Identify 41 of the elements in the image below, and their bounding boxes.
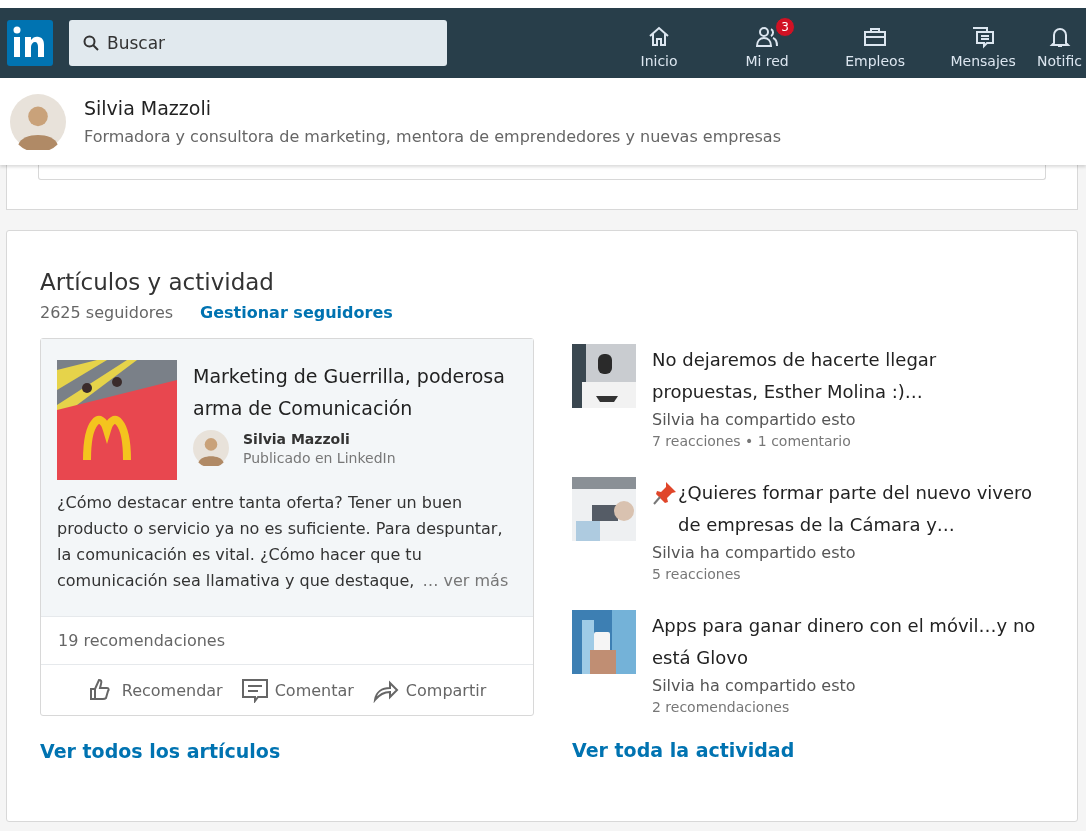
action-button[interactable]: Compartir [371,677,487,703]
action-button[interactable]: Recomendar [87,677,223,703]
author-name: Silvia Mazzoli [243,430,351,447]
article-excerpt: ¿Cómo destacar entre tanta oferta? Tener un buen producto o servicio ya no es suficiente. Para despuntar, la comunicación es vital. ¿Cómo hacer que tu comunicación sea llamativa y que destaque, … ver más [57,492,510,592]
see-more-link[interactable]: … ver más [422,571,509,590]
post-stats: 5 reacciones [652,566,742,582]
post-title[interactable]: Apps para ganar dinero con el móvil…y no está Glovo [652,610,1045,674]
logo[interactable] [7,20,53,66]
recommendation-count: 19 recomendaciones [41,616,533,665]
article-title[interactable]: Marketing de Guerrilla, poderosa arma de Comunicación [193,360,517,424]
people-icon [754,25,781,49]
post-stats: 7 reacciones • 1 comentario [652,433,852,449]
shared-label: Silvia ha compartido esto [652,543,857,562]
post-title[interactable]: ¿Quieres formar parte del nuevo vivero de empresas de la Cámara y… [652,477,1045,541]
avatar [193,430,229,466]
action-button[interactable]: Comentar [240,677,354,703]
nav-item[interactable]: Mi red 3 [713,17,822,69]
post-stats: 2 recomendaciones [652,699,791,715]
search-field[interactable]: Buscar [69,20,447,66]
post-title[interactable]: No dejaremos de hacerte llegar propuestas, Esther Molina :)… [652,344,1045,408]
all-articles-link[interactable]: Ver todos los artículos [40,740,281,762]
nav-item[interactable]: Mensajes [929,17,1038,69]
followers-count: 2625 seguidores [40,303,174,322]
article-card[interactable] [40,338,534,716]
nav-item[interactable]: Notific [1037,17,1086,69]
briefcase-icon [862,25,889,49]
shared-label: Silvia ha compartido esto [652,676,857,695]
published-label: Publicado en LinkedIn [243,449,396,466]
manage-followers-link[interactable]: Gestionar seguidores [200,303,393,322]
shared-label: Silvia ha compartido esto [652,410,857,429]
chat-icon [970,25,997,49]
nav-item[interactable]: Inicio [605,17,714,69]
notification-badge: 3 [775,17,796,37]
profile-headline: Formadora y consultora de marketing, mentora de emprendedores y nuevas empresas [84,127,781,146]
search-icon [83,35,99,51]
avatar [10,93,66,150]
comment-icon [240,677,269,703]
nav-item[interactable]: Empleos [821,17,930,69]
section-title: Artículos y actividad [40,269,275,295]
all-activity-link[interactable]: Ver toda la actividad [572,739,795,761]
profile-name: Silvia Mazzoli [84,97,212,119]
